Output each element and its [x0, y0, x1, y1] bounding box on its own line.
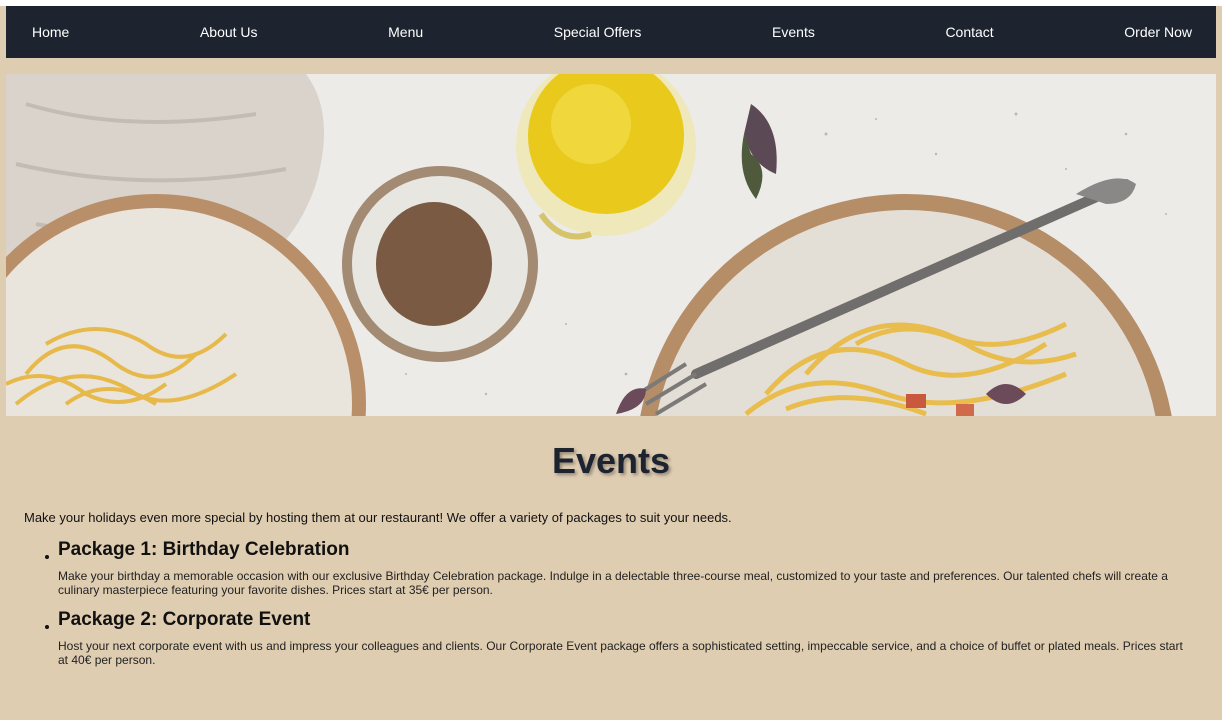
list-item: Package 2: Corporate Event Host your nex…: [0, 609, 1222, 667]
package-title: Package 1: Birthday Celebration: [58, 539, 350, 560]
nav-home-link[interactable]: Home: [32, 24, 69, 40]
nav-special-offers-link[interactable]: Special Offers: [554, 24, 642, 40]
bullet-icon: [45, 555, 49, 559]
main-navbar: Home About Us Menu Special Offers Events…: [6, 6, 1216, 58]
list-item: Package 1: Birthday Celebration Make you…: [0, 539, 1222, 597]
package-description: Make your birthday a memorable occasion …: [58, 569, 1168, 597]
hero-illustration: [6, 74, 1216, 416]
nav-about-us-link[interactable]: About Us: [200, 24, 258, 40]
events-content: Events Make your holidays even more spec…: [0, 430, 1222, 667]
package-description: Host your next corporate event with us a…: [58, 639, 1183, 667]
hero-image-pasta-dishes: [6, 74, 1216, 416]
nav-events-link[interactable]: Events: [772, 24, 815, 40]
nav-contact-link[interactable]: Contact: [945, 24, 993, 40]
nav-menu-link[interactable]: Menu: [388, 24, 423, 40]
nav-order-now-link[interactable]: Order Now: [1124, 24, 1192, 40]
bullet-icon: [45, 625, 49, 629]
page-title: Events: [551, 440, 671, 481]
header-spacer: [6, 58, 1216, 74]
intro-text: Make your holidays even more special by …: [24, 510, 732, 525]
package-list: Package 1: Birthday Celebration Make you…: [0, 539, 1222, 667]
package-title: Package 2: Corporate Event: [58, 609, 311, 630]
